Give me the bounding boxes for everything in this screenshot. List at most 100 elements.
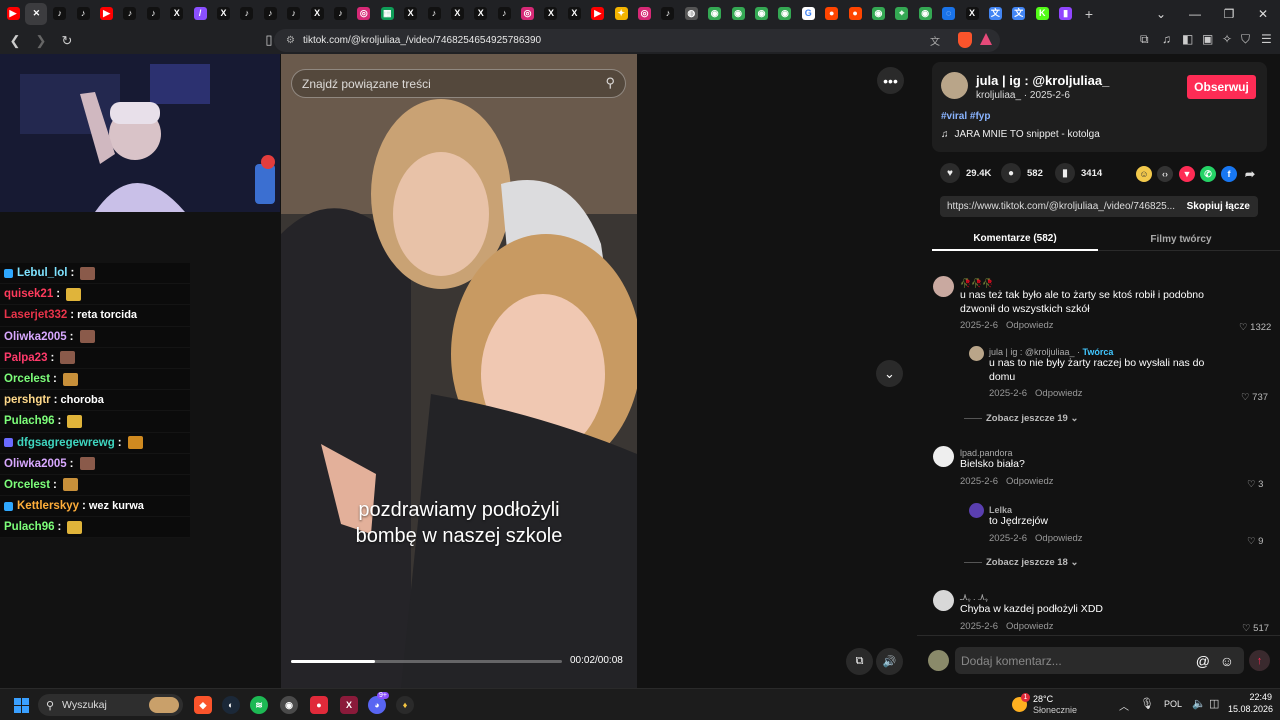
reply-link[interactable]: Odpowiedz	[1035, 388, 1083, 399]
reply-likes[interactable]: ♡ 737	[1241, 392, 1268, 403]
follow-button[interactable]: Obserwuj	[1187, 75, 1256, 99]
browser-tab[interactable]: ▶	[587, 3, 609, 25]
chat-username[interactable]: Palpa23	[4, 352, 47, 364]
browser-tab[interactable]: ◉	[704, 3, 726, 25]
chat-username[interactable]: Orcelest	[4, 479, 50, 491]
mic-icon[interactable]: 🎙	[1140, 697, 1154, 710]
embed-icon[interactable]: ‹›	[1157, 166, 1173, 182]
view-more-replies[interactable]: Zobacz jeszcze 19 ⌄	[964, 413, 1078, 424]
bookmark-icon[interactable]: ▮	[1055, 163, 1075, 183]
browser-tab[interactable]: ♪	[657, 3, 679, 25]
browser-tab[interactable]: G	[797, 3, 819, 25]
browser-tab[interactable]: X	[400, 3, 422, 25]
address-bar[interactable]: ⚙ tiktok.com/@kroljuliaa_/video/74682546…	[274, 29, 1000, 52]
reply-link[interactable]: Odpowiedz	[1006, 320, 1054, 331]
app-x-icon[interactable]: X	[340, 696, 358, 714]
chat-username[interactable]: Pulach96	[4, 521, 55, 533]
browser-tab[interactable]: ◉	[751, 3, 773, 25]
browser-tab[interactable]: ●	[844, 3, 866, 25]
restore-icon[interactable]: ❐	[1212, 7, 1246, 21]
new-tab-button[interactable]: +	[1078, 3, 1100, 25]
search-icon[interactable]: ⚲	[605, 75, 615, 91]
browser-tab[interactable]: ♪	[423, 3, 445, 25]
mention-icon[interactable]: @	[1196, 653, 1210, 669]
browser-tab[interactable]: ♪	[142, 3, 164, 25]
ai-icon[interactable]: ✧	[1222, 32, 1232, 46]
chat-username[interactable]: Kettlerskyy	[17, 500, 79, 512]
view-more-replies[interactable]: Zobacz jeszcze 18 ⌄	[964, 557, 1078, 568]
browser-tab[interactable]: ♪	[49, 3, 71, 25]
weather-widget[interactable]: 1 28°C Słonecznie	[1012, 693, 1102, 717]
reply-likes[interactable]: ♡ 9	[1247, 536, 1263, 547]
comment-icon[interactable]: ●	[1001, 163, 1021, 183]
reply-author[interactable]: jula | ig : @kroljuliaa_	[989, 347, 1075, 357]
next-video-chevron-icon[interactable]: ⌄	[876, 360, 903, 387]
browser-tab[interactable]: X	[961, 3, 983, 25]
music-row[interactable]: ♫ JARA MNIE TO snippet - kotolga	[941, 129, 1100, 140]
browser-tab[interactable]: ◉	[914, 3, 936, 25]
browser-tab[interactable]: X	[166, 3, 188, 25]
browser-tab[interactable]: ♪	[236, 3, 258, 25]
browser-tab[interactable]: ♪	[283, 3, 305, 25]
recorder-app-icon[interactable]: ●	[310, 696, 328, 714]
video-progress-bar[interactable]	[291, 660, 562, 663]
reply-avatar[interactable]	[969, 346, 984, 361]
browser-tab[interactable]: 文	[984, 3, 1006, 25]
clock[interactable]: 22:49 15.08.2026	[1228, 692, 1273, 714]
comment-avatar[interactable]	[933, 446, 954, 467]
more-options-icon[interactable]: •••	[877, 67, 904, 94]
reply-link[interactable]: Odpowiedz	[1006, 476, 1054, 487]
browser-tab[interactable]: ▦	[376, 3, 398, 25]
tab-creator-videos[interactable]: Filmy twórcy	[1098, 227, 1264, 251]
tiktok-video-player[interactable]	[281, 54, 637, 688]
close-window-icon[interactable]: ✕	[1246, 7, 1280, 21]
media-icon[interactable]: ♫	[1162, 32, 1171, 46]
wallet-icon[interactable]: ▣	[1202, 32, 1213, 46]
comment-avatar[interactable]	[933, 590, 954, 611]
chat-username[interactable]: pershgtr	[4, 394, 51, 406]
comment-input[interactable]: Dodaj komentarz... @ ☺	[955, 647, 1244, 674]
browser-tab[interactable]: X	[540, 3, 562, 25]
tray-chevron-icon[interactable]: ︿	[1119, 698, 1129, 713]
browser-tab[interactable]: ▶	[96, 3, 118, 25]
browser-tab[interactable]: ✦	[610, 3, 632, 25]
save-action[interactable]: ▮ 3414	[1055, 163, 1102, 183]
language-indicator[interactable]: POL	[1164, 699, 1182, 709]
chat-username[interactable]: Oliwka2005	[4, 331, 67, 343]
browser-tab[interactable]: ♪	[72, 3, 94, 25]
chat-username[interactable]: dfgsagregewrewg	[17, 437, 115, 449]
tab-search-chevron-icon[interactable]: ⌄	[1144, 7, 1178, 21]
pip-icon[interactable]: ⧉	[846, 648, 873, 675]
chrome-app-icon[interactable]: ◉	[280, 696, 298, 714]
browser-tab[interactable]: ◉	[774, 3, 796, 25]
browser-tab[interactable]: X	[306, 3, 328, 25]
post-comment-button[interactable]: ↑	[1249, 650, 1270, 671]
brave-shield-icon[interactable]	[958, 32, 972, 48]
browser-tab[interactable]: X	[563, 3, 585, 25]
browser-tab[interactable]: ◎	[634, 3, 656, 25]
browser-tab[interactable]: 文	[1008, 3, 1030, 25]
browser-tab[interactable]: ◉	[867, 3, 889, 25]
hashtags[interactable]: #viral #fyp	[941, 111, 990, 122]
browser-tab[interactable]: ▮	[1055, 3, 1077, 25]
chat-username[interactable]: quisek21	[4, 288, 53, 300]
chat-username[interactable]: Pulach96	[4, 415, 55, 427]
network-icon[interactable]: ◫	[1209, 697, 1219, 710]
brave-app-icon[interactable]: ◆	[194, 696, 212, 714]
taskbar-search[interactable]: ⚲ Wyszukaj	[38, 694, 183, 716]
author-display-name[interactable]: jula | ig : @kroljuliaa_	[976, 73, 1109, 88]
speaker-icon[interactable]: 🔈	[1192, 697, 1206, 710]
sidebar-icon[interactable]: ◧	[1182, 32, 1193, 46]
browser-tab[interactable]: ♪	[329, 3, 351, 25]
reply-link[interactable]: Odpowiedz	[1035, 533, 1083, 544]
brave-rewards-icon[interactable]	[980, 33, 992, 45]
browser-tab[interactable]: ▶	[2, 3, 24, 25]
send-icon[interactable]: ▼	[1179, 166, 1195, 182]
browser-tab[interactable]: ♪	[259, 3, 281, 25]
browser-tab[interactable]: X	[446, 3, 468, 25]
browser-tab[interactable]: /	[189, 3, 211, 25]
friends-share-icon[interactable]: ☺	[1136, 166, 1152, 182]
chat-username[interactable]: Orcelest	[4, 373, 50, 385]
comment-avatar[interactable]	[933, 276, 954, 297]
comment-likes[interactable]: ♡ 3	[1247, 479, 1263, 490]
